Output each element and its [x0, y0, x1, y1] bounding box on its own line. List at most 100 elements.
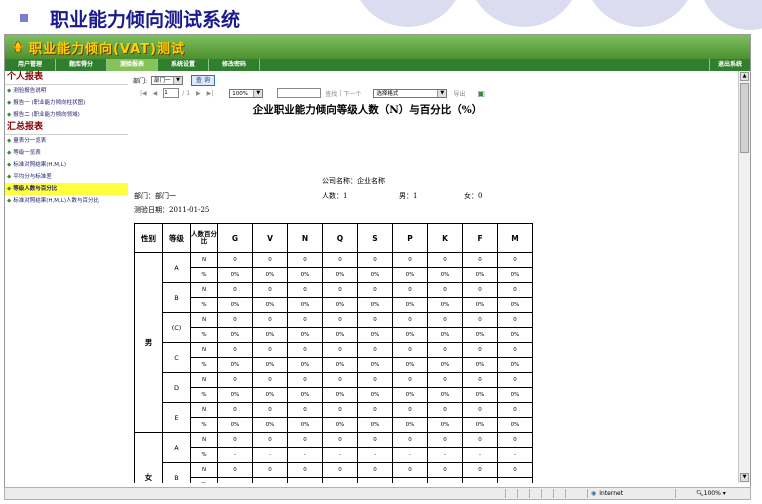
app-window: 职业能力倾向(VAT)测试 用户管理 题库得分 测验报表 系统设置 修改密码 退… — [4, 34, 751, 488]
zoom-select[interactable]: 100% ▼ — [229, 88, 264, 98]
nav-password[interactable]: 修改密码 — [209, 59, 260, 71]
scroll-down-icon[interactable]: ▼ — [740, 473, 749, 482]
grade-cell: E — [162, 402, 191, 433]
value-cell: 0 — [462, 462, 498, 478]
table-row: BN000000000 — [135, 282, 533, 313]
table-row: % 0% 0% 0% 0% 0% 0% 0% 0% 0% — [135, 417, 533, 433]
sidebar-item-scale[interactable]: ◆ 量表分一览表 — [5, 135, 128, 147]
bullet-icon: ◆ — [7, 198, 12, 204]
app-title: 职业能力倾向(VAT)测试 — [29, 41, 185, 57]
value-cell: 0 — [217, 342, 253, 358]
value-cell: 0 — [287, 432, 323, 448]
globe-icon: ◉ — [591, 490, 597, 497]
nav-scores[interactable]: 题库得分 — [56, 59, 107, 71]
format-select[interactable]: 选择格式 ▼ — [373, 88, 448, 98]
table-row: % 0% 0% 0% 0% 0% 0% 0% 0% 0% — [135, 297, 533, 313]
value-cell: 0% — [322, 357, 358, 373]
dept-select-value: 部门一 — [154, 77, 171, 84]
sidebar-item-standard[interactable]: ◆ 标准对照结果(H,M,L) — [5, 159, 128, 171]
vertical-scrollbar[interactable]: ▲ ▼ — [738, 71, 750, 483]
value-cell: 0% — [357, 357, 393, 373]
value-cell: 0 — [252, 372, 288, 388]
value-cell: 0% — [427, 417, 463, 433]
value-cell: 0 — [322, 252, 358, 268]
sidebar-item-label: 标准对照结果(H,M,L) — [13, 162, 66, 168]
value-cell: - — [462, 477, 498, 483]
sidebar-item-average[interactable]: ◆ 平均分与标准差 — [5, 171, 128, 183]
scroll-thumb[interactable] — [740, 83, 749, 153]
nav-exit[interactable]: 退出系统 — [709, 59, 750, 71]
value-cell: 0% — [497, 327, 533, 343]
value-cell: 0 — [497, 402, 533, 418]
next-page-icon[interactable]: ▶ — [196, 90, 201, 97]
value-cell: 0 — [217, 312, 253, 328]
dept-select[interactable]: 部门一 ▼ — [151, 75, 184, 85]
header-col-p: P — [392, 223, 428, 253]
find-input[interactable] — [277, 88, 322, 98]
logo-icon — [12, 40, 24, 53]
chevron-down-icon: ▼ — [173, 76, 183, 84]
value-cell: 0 — [322, 342, 358, 358]
value-cell: 0 — [217, 282, 253, 298]
last-page-icon[interactable]: ▶| — [207, 90, 214, 97]
sidebar-item-report2[interactable]: ◆ 报告二 (职业能力倾向领域) — [5, 109, 128, 121]
value-cell: 0% — [287, 267, 323, 283]
sidebar-item-label: 量表分一览表 — [13, 138, 47, 144]
value-cell: - — [287, 477, 323, 483]
status-cell — [517, 489, 528, 498]
print-icon[interactable]: ▣ — [477, 89, 485, 98]
value-cell: 0 — [322, 432, 358, 448]
kind-cell: % — [190, 267, 218, 283]
chevron-down-icon: ▼ — [253, 89, 263, 97]
value-cell: 0% — [287, 357, 323, 373]
kind-cell: N — [190, 312, 218, 328]
sidebar-item-standard-count[interactable]: ◆ 标准对照结果(H,M,L)人数与百分比 — [5, 195, 128, 207]
value-cell: 0 — [357, 432, 393, 448]
value-cell: 0 — [392, 312, 428, 328]
value-cell: 0% — [322, 327, 358, 343]
value-cell: 0 — [357, 402, 393, 418]
nav-users[interactable]: 用户管理 — [5, 59, 56, 71]
decor-circle-2 — [468, 0, 580, 27]
value-cell: - — [462, 447, 498, 463]
value-cell: 0% — [322, 297, 358, 313]
prev-page-icon[interactable]: ◀ — [153, 90, 158, 97]
sidebar-item-label: 平均分与标准差 — [13, 174, 52, 180]
nav-settings[interactable]: 系统设置 — [158, 59, 209, 71]
value-cell: 0 — [287, 312, 323, 328]
sidebar-item-label: 等级人数与百分比 — [13, 186, 58, 192]
value-cell: 0 — [287, 372, 323, 388]
value-cell: 0 — [322, 372, 358, 388]
value-cell: 0% — [357, 267, 393, 283]
table-row: 女AN000000000 — [134, 432, 533, 483]
scroll-up-icon[interactable]: ▲ — [740, 72, 749, 81]
page-input[interactable]: 1 — [163, 88, 180, 98]
value-cell: 0% — [462, 387, 498, 403]
status-zoom[interactable]: 🔍︎100% ▾ — [675, 489, 748, 498]
report-title: 企业职业能力倾向等级人数（N）与百分比（%） — [252, 104, 483, 116]
value-cell: 0% — [357, 327, 393, 343]
value-cell: 0 — [427, 402, 463, 418]
nav-reports[interactable]: 测验报表 — [107, 59, 158, 71]
value-cell: 0 — [392, 342, 428, 358]
first-page-icon[interactable]: |◀ — [140, 90, 147, 97]
decor-circle-4 — [700, 0, 762, 30]
company-name: 公司名称：企业名称 — [322, 177, 385, 185]
sidebar-item-grade-count[interactable]: ◆ 等级人数与百分比 — [5, 183, 128, 195]
kind-cell: % — [190, 297, 218, 313]
sidebar-item-report1[interactable]: ◆ 报告一 (职业能力倾向柱状图) — [5, 97, 128, 109]
query-button[interactable]: 查 询 — [191, 74, 215, 86]
value-cell: 0% — [217, 357, 253, 373]
find-next-link[interactable]: 下一个 — [343, 89, 361, 98]
export-link[interactable]: 导出 — [453, 89, 465, 98]
sidebar-item-grades[interactable]: ◆ 等级一览表 — [5, 147, 128, 159]
value-cell: 0 — [427, 252, 463, 268]
bullet-icon: ◆ — [7, 162, 12, 168]
kind-cell: N — [190, 462, 218, 478]
test-date: 测验日期：2011-01-25 — [134, 206, 210, 214]
value-cell: 0 — [322, 402, 358, 418]
find-link[interactable]: 查找 — [325, 89, 337, 98]
sidebar-item-intro[interactable]: ◆ 测验报告说明 — [5, 85, 128, 97]
value-cell: 0 — [217, 372, 253, 388]
kind-cell: N — [190, 282, 218, 298]
